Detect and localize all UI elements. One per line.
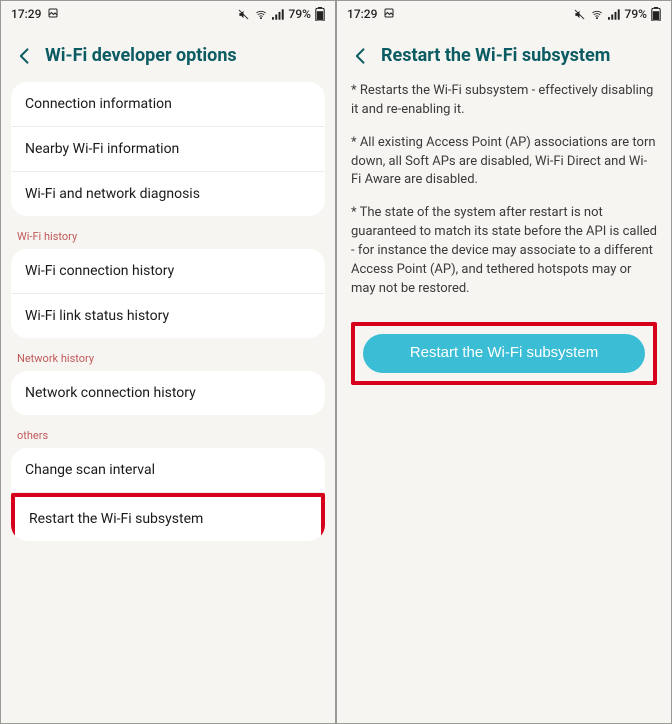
wifi-icon [590, 9, 604, 20]
description-text: * Restarts the Wi-Fi subsystem - effecti… [337, 82, 671, 312]
header: Wi-Fi developer options [1, 27, 335, 82]
section-label-wifi-history: Wi-Fi history [11, 230, 325, 249]
item-connection-information[interactable]: Connection information [11, 82, 325, 127]
restart-wifi-button[interactable]: Restart the Wi-Fi subsystem [363, 334, 645, 373]
screenshot-icon [47, 7, 59, 22]
status-time: 17:29 [347, 7, 377, 21]
item-network-connection-history[interactable]: Network connection history [11, 371, 325, 415]
group-network-history: Network connection history [11, 371, 325, 415]
section-label-others: others [11, 429, 325, 448]
battery-icon [651, 7, 661, 21]
screenshot-icon [383, 7, 395, 22]
phone-right: 17:29 79% Restart the Wi-Fi subsyste [336, 0, 672, 724]
battery-text: 79% [625, 7, 647, 21]
item-wifi-link-status-history[interactable]: Wi-Fi link status history [11, 294, 325, 338]
page-title: Wi-Fi developer options [45, 45, 237, 66]
phone-left: 17:29 79% Wi-Fi developer options [0, 0, 336, 724]
paragraph-1: * Restarts the Wi-Fi subsystem - effecti… [351, 82, 657, 120]
group-wifi-history: Wi-Fi connection history Wi-Fi link stat… [11, 249, 325, 338]
back-icon[interactable] [351, 46, 371, 66]
section-label-network-history: Network history [11, 352, 325, 371]
mute-icon [237, 9, 250, 20]
back-icon[interactable] [15, 46, 35, 66]
button-highlight: Restart the Wi-Fi subsystem [351, 322, 657, 385]
header: Restart the Wi-Fi subsystem [337, 27, 671, 82]
signal-icon [608, 9, 621, 20]
item-nearby-wifi-info[interactable]: Nearby Wi-Fi information [11, 127, 325, 172]
signal-icon [272, 9, 285, 20]
item-wifi-network-diagnosis[interactable]: Wi-Fi and network diagnosis [11, 172, 325, 216]
item-change-scan-interval[interactable]: Change scan interval [11, 448, 325, 493]
item-restart-wifi-subsystem[interactable]: Restart the Wi-Fi subsystem [11, 493, 325, 541]
group-others: Change scan interval Restart the Wi-Fi s… [11, 448, 325, 541]
battery-text: 79% [289, 7, 311, 21]
wifi-icon [254, 9, 268, 20]
paragraph-2: * All existing Access Point (AP) associa… [351, 134, 657, 191]
status-bar: 17:29 79% [337, 1, 671, 27]
status-bar: 17:29 79% [1, 1, 335, 27]
group-general: Connection information Nearby Wi-Fi info… [11, 82, 325, 216]
mute-icon [573, 9, 586, 20]
status-time: 17:29 [11, 7, 41, 21]
item-wifi-connection-history[interactable]: Wi-Fi connection history [11, 249, 325, 294]
battery-icon [315, 7, 325, 21]
paragraph-3: * The state of the system after restart … [351, 204, 657, 298]
page-title: Restart the Wi-Fi subsystem [381, 45, 610, 66]
